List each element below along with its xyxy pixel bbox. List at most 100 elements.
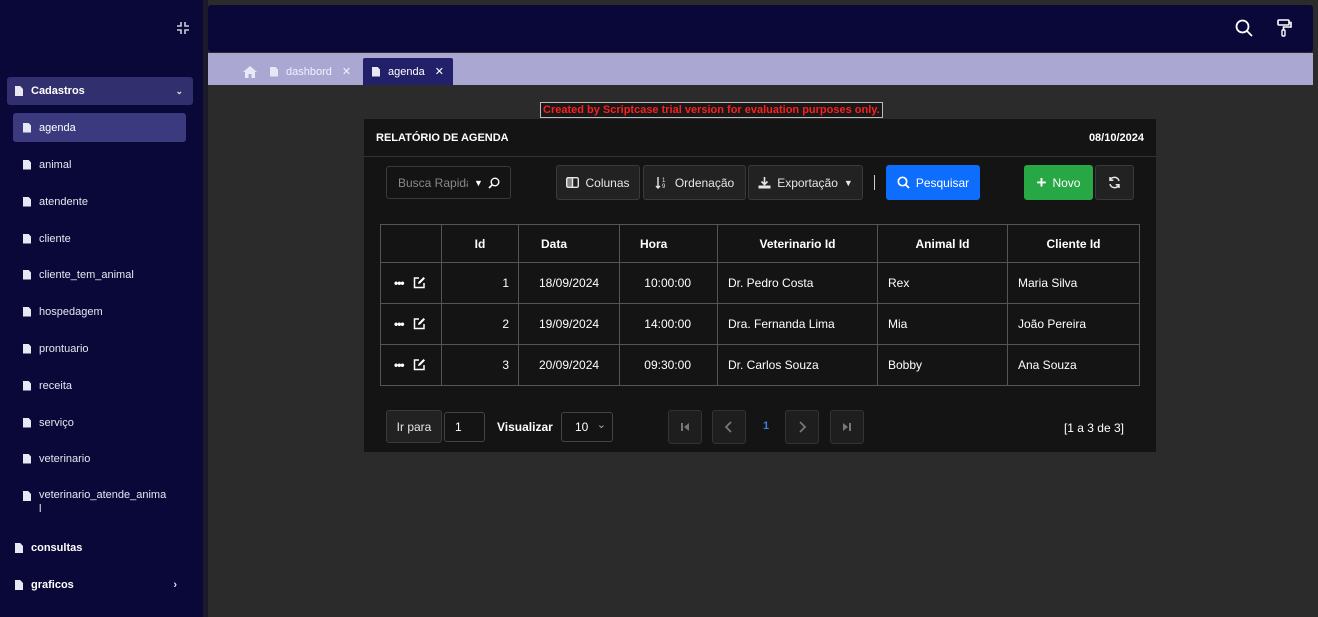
file-icon (15, 543, 23, 553)
goto-page-button[interactable]: Ir para (386, 410, 442, 443)
edit-icon[interactable] (413, 276, 426, 289)
sidebar-item-agenda[interactable]: agenda (13, 113, 186, 142)
cell-animal: Bobby (877, 344, 1008, 386)
trial-watermark: Created by Scriptcase trial version for … (540, 102, 883, 118)
more-options-icon[interactable]: ••• (394, 317, 405, 331)
cell-data: 20/09/2024 (518, 344, 620, 386)
row-actions: ••• (380, 262, 442, 304)
new-label: Novo (1052, 175, 1081, 190)
cell-hora: 09:30:00 (619, 344, 718, 386)
caret-down-icon[interactable]: ▼ (474, 178, 483, 188)
tab-agenda[interactable]: agenda ✕ (363, 58, 453, 85)
report-card: RELATÓRIO DE AGENDA 08/10/2024 Busca Rap… (364, 119, 1156, 452)
export-button[interactable]: Exportação ▼ (748, 165, 863, 200)
search-icon[interactable] (1234, 18, 1254, 38)
tab-dashbord[interactable]: dashbord ✕ (270, 58, 351, 85)
goto-label: Ir para (396, 419, 432, 434)
chevron-left-icon (724, 421, 732, 433)
column-header[interactable]: Hora (619, 224, 718, 263)
quick-search-placeholder: Busca Rapida (398, 175, 468, 190)
last-page-icon (843, 423, 851, 431)
sidebar-item-label: prontuario (39, 342, 89, 355)
close-icon[interactable]: ✕ (435, 65, 444, 78)
agenda-table: Id Data Hora Veterinario Id Animal Id Cl… (380, 224, 1140, 386)
file-icon (15, 580, 23, 590)
sidebar-item-label: cliente_tem_animal (39, 268, 134, 281)
file-icon (23, 306, 31, 317)
current-page[interactable]: 1 (759, 420, 773, 432)
report-date: 08/10/2024 (1088, 132, 1144, 144)
chevron-right-icon: › (173, 579, 177, 591)
collapse-sidebar-icon[interactable] (174, 21, 192, 39)
top-header (208, 5, 1313, 52)
sidebar-item-prontuario[interactable]: prontuario (13, 334, 186, 363)
sidebar-item-graficos[interactable]: graficos › (7, 574, 193, 596)
first-page-icon (681, 423, 689, 431)
toolbar-separator (874, 175, 875, 190)
home-icon[interactable] (243, 66, 257, 78)
edit-icon[interactable] (413, 317, 426, 330)
sidebar-item-cliente[interactable]: cliente (13, 224, 186, 253)
search-icon (897, 176, 910, 189)
last-page-button[interactable] (830, 410, 864, 444)
more-options-icon[interactable]: ••• (394, 358, 405, 372)
sidebar-item-animal[interactable]: animal (13, 150, 186, 179)
menu-group-cadastros[interactable]: Cadastros ⌄ (7, 77, 193, 105)
view-label: Visualizar (497, 420, 553, 434)
sidebar-item-servico[interactable]: serviço (13, 408, 186, 437)
close-icon[interactable]: ✕ (342, 65, 351, 78)
table-row: ••• 1 18/09/2024 10:00:00 Dr. Pedro Cost… (380, 262, 1140, 304)
edit-icon[interactable] (413, 358, 426, 371)
columns-icon (566, 177, 580, 188)
sidebar-item-veterinario[interactable]: veterinario (13, 444, 186, 473)
sidebar-item-cliente-tem-animal[interactable]: cliente_tem_animal (13, 260, 186, 289)
columns-label: Colunas (585, 175, 630, 190)
column-header[interactable]: Id (441, 224, 519, 263)
column-header[interactable]: Animal Id (877, 224, 1008, 263)
sidebar-item-label: hospedagem (39, 305, 103, 318)
cell-hora: 14:00:00 (619, 303, 718, 345)
sidebar-item-receita[interactable]: receita (13, 371, 186, 400)
first-page-button[interactable] (668, 410, 702, 444)
search-button[interactable]: Pesquisar (886, 165, 980, 200)
sidebar-item-label: serviço (39, 416, 74, 429)
columns-button[interactable]: Colunas (556, 165, 640, 200)
column-header[interactable]: Data (518, 224, 620, 263)
sidebar-item-consultas[interactable]: consultas (7, 537, 193, 559)
refresh-button[interactable] (1095, 165, 1134, 200)
new-button[interactable]: + Novo (1024, 165, 1093, 200)
table-row: ••• 3 20/09/2024 09:30:00 Dr. Carlos Sou… (380, 344, 1140, 386)
file-icon (270, 66, 278, 77)
page-size-select[interactable]: 10 ⌄ (561, 412, 613, 442)
menu-group-label: Cadastros (31, 85, 85, 97)
file-icon (23, 453, 31, 464)
sidebar-item-atendente[interactable]: atendente (13, 187, 186, 216)
sidebar-item-veterinario-atende-animal[interactable]: veterinario_atende_anima l (13, 488, 186, 520)
more-options-icon[interactable]: ••• (394, 276, 405, 290)
quick-search-input[interactable]: Busca Rapida ▼ (386, 166, 511, 199)
sidebar-item-hospedagem[interactable]: hospedagem (13, 297, 186, 326)
cell-hora: 10:00:00 (619, 262, 718, 304)
file-icon (23, 269, 31, 280)
file-icon (23, 159, 31, 170)
sidebar-item-label: atendente (39, 195, 88, 208)
search-icon[interactable] (488, 177, 500, 189)
table-row: ••• 2 19/09/2024 14:00:00 Dra. Fernanda … (380, 303, 1140, 345)
paint-roller-icon[interactable] (1274, 18, 1294, 38)
svg-text:9: 9 (662, 184, 666, 189)
column-header[interactable]: Cliente Id (1007, 224, 1140, 263)
sidebar-item-label: animal (39, 158, 72, 171)
file-icon (23, 343, 31, 354)
chevron-down-icon: ⌄ (596, 419, 606, 431)
column-header[interactable]: Veterinario Id (717, 224, 878, 263)
sidebar: Cadastros ⌄ agenda animal atendente clie… (0, 0, 203, 617)
next-page-button[interactable] (785, 410, 819, 444)
export-label: Exportação (777, 175, 838, 190)
previous-page-button[interactable] (712, 410, 746, 444)
tab-bar: dashbord ✕ agenda ✕ (208, 53, 1313, 85)
goto-page-input[interactable]: 1 (444, 412, 485, 442)
file-icon (372, 66, 380, 77)
sort-button[interactable]: 19 Ordenação (643, 165, 746, 200)
sidebar-item-label: veterinario (39, 452, 91, 465)
cell-data: 18/09/2024 (518, 262, 620, 304)
